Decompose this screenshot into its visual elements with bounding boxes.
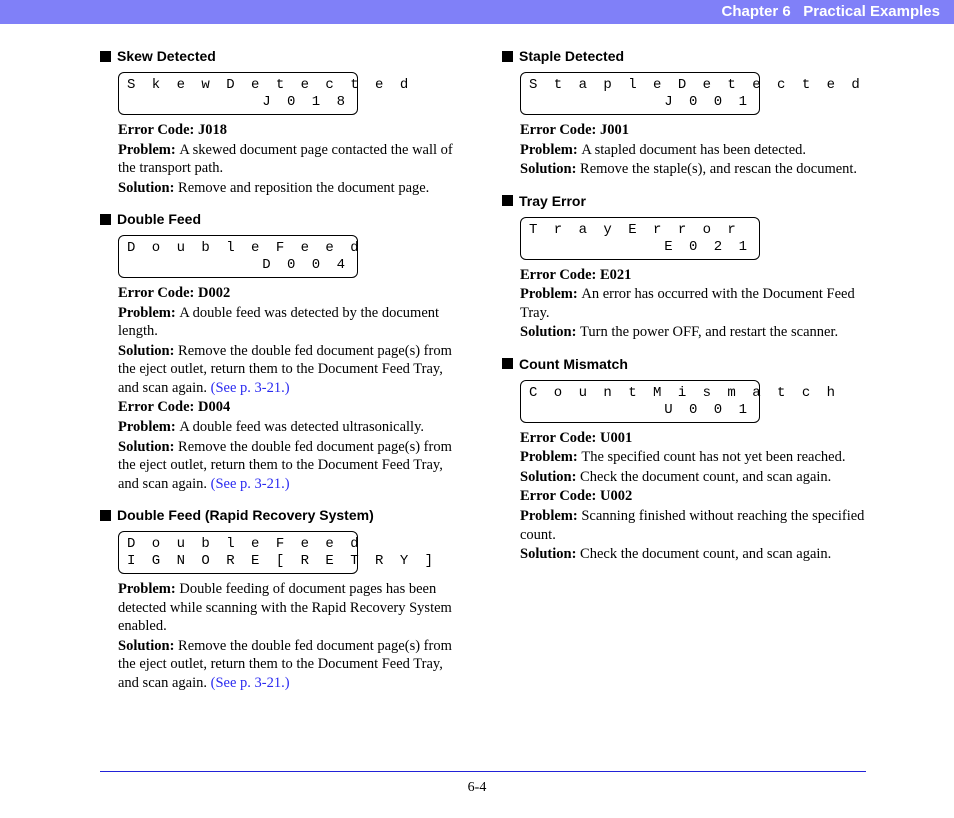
lcd-line: C o u n t M i s m a t c h [529,385,751,402]
section-title: Double Feed (Rapid Recovery System) [117,507,374,523]
square-bullet-icon [502,195,513,206]
error-code-line: Error Code: D004 [118,398,464,417]
page-reference-link[interactable]: (See p. 3-21.) [211,380,290,396]
lcd-line: S k e w D e t e c t e d [127,77,349,94]
section-title: Count Mismatch [519,356,628,372]
left-column: Skew Detected S k e w D e t e c t e dJ 0 … [100,48,464,693]
solution-line: Solution: Remove the double fed document… [118,342,464,398]
lcd-line: S t a p l e D e t e c t e d [529,77,751,94]
error-code-line: Error Code: U001 [520,429,866,448]
lcd-line: D o u b l e F e e d [127,536,349,553]
problem-line: Problem: A stapled document has been det… [520,141,866,160]
solution-line: Solution: Turn the power OFF, and restar… [520,323,866,342]
section-heading: Double Feed [100,211,464,227]
section-body: Problem: Double feeding of document page… [118,580,464,692]
section-body: Error Code: J018Problem: A skewed docume… [118,121,464,197]
lcd-line: J 0 1 8 [127,94,349,111]
square-bullet-icon [100,510,111,521]
page-reference-link[interactable]: (See p. 3-21.) [211,675,290,691]
solution-line: Solution: Check the document count, and … [520,468,866,487]
right-column: Staple Detected S t a p l e D e t e c t e… [502,48,866,693]
lcd-display: S t a p l e D e t e c t e dJ 0 0 1 [520,72,760,115]
lcd-display: T r a y E r r o rE 0 2 1 [520,217,760,260]
section-title: Skew Detected [117,48,216,64]
error-code-line: Error Code: J001 [520,121,866,140]
problem-line: Problem: Double feeding of document page… [118,580,464,636]
section-title: Double Feed [117,211,201,227]
solution-line: Solution: Remove the double fed document… [118,438,464,494]
lcd-line: D o u b l e F e e d [127,240,349,257]
lcd-display: D o u b l e F e e d I G N O R E [ R E T … [118,531,358,574]
square-bullet-icon [100,51,111,62]
section-title: Tray Error [519,193,586,209]
solution-line: Solution: Remove the staple(s), and resc… [520,160,866,179]
solution-line: Solution: Remove and reposition the docu… [118,179,464,198]
lcd-line: I G N O R E [ R E T R Y ] [127,553,349,570]
error-code-line: Error Code: D002 [118,284,464,303]
section-body: Error Code: E021Problem: An error has oc… [520,266,866,342]
problem-line: Problem: A skewed document page contacte… [118,141,464,178]
problem-line: Problem: An error has occurred with the … [520,285,866,322]
section-heading: Tray Error [502,193,866,209]
problem-line: Problem: The specified count has not yet… [520,448,866,467]
solution-line: Solution: Remove the double fed document… [118,637,464,693]
problem-line: Problem: A double feed was detected by t… [118,304,464,341]
error-code-line: Error Code: J018 [118,121,464,140]
chapter-number: Chapter 6 [722,3,791,20]
section-heading: Staple Detected [502,48,866,64]
error-code-line: Error Code: U002 [520,487,866,506]
square-bullet-icon [502,51,513,62]
page-number: 6-4 [0,780,954,796]
page-reference-link[interactable]: (See p. 3-21.) [211,476,290,492]
section-body: Error Code: J001Problem: A stapled docum… [520,121,866,179]
lcd-line: E 0 2 1 [529,239,751,256]
problem-line: Problem: Scanning finished without reach… [520,507,866,544]
content-columns: Skew DetectedS k e w D e t e c t e dJ 0 … [100,48,866,693]
square-bullet-icon [502,358,513,369]
square-bullet-icon [100,214,111,225]
section-heading: Double Feed (Rapid Recovery System) [100,507,464,523]
chapter-header: Chapter 6 Practical Examples [0,0,954,24]
section-title: Staple Detected [519,48,624,64]
section-body: Error Code: D002Problem: A double feed w… [118,284,464,493]
chapter-title: Practical Examples [803,3,940,20]
section-body: Error Code: U001Problem: The specified c… [520,429,866,564]
lcd-line: T r a y E r r o r [529,222,751,239]
lcd-line: U 0 0 1 [529,402,751,419]
lcd-display: C o u n t M i s m a t c hU 0 0 1 [520,380,760,423]
section-heading: Skew Detected [100,48,464,64]
problem-line: Problem: A double feed was detected ultr… [118,418,464,437]
lcd-display: D o u b l e F e e dD 0 0 4 [118,235,358,278]
page: Chapter 6 Practical Examples Skew Detect… [0,0,954,818]
lcd-display: S k e w D e t e c t e dJ 0 1 8 [118,72,358,115]
solution-line: Solution: Check the document count, and … [520,545,866,564]
error-code-line: Error Code: E021 [520,266,866,285]
lcd-line: D 0 0 4 [127,257,349,274]
footer-divider [100,771,866,772]
section-heading: Count Mismatch [502,356,866,372]
lcd-line: J 0 0 1 [529,94,751,111]
